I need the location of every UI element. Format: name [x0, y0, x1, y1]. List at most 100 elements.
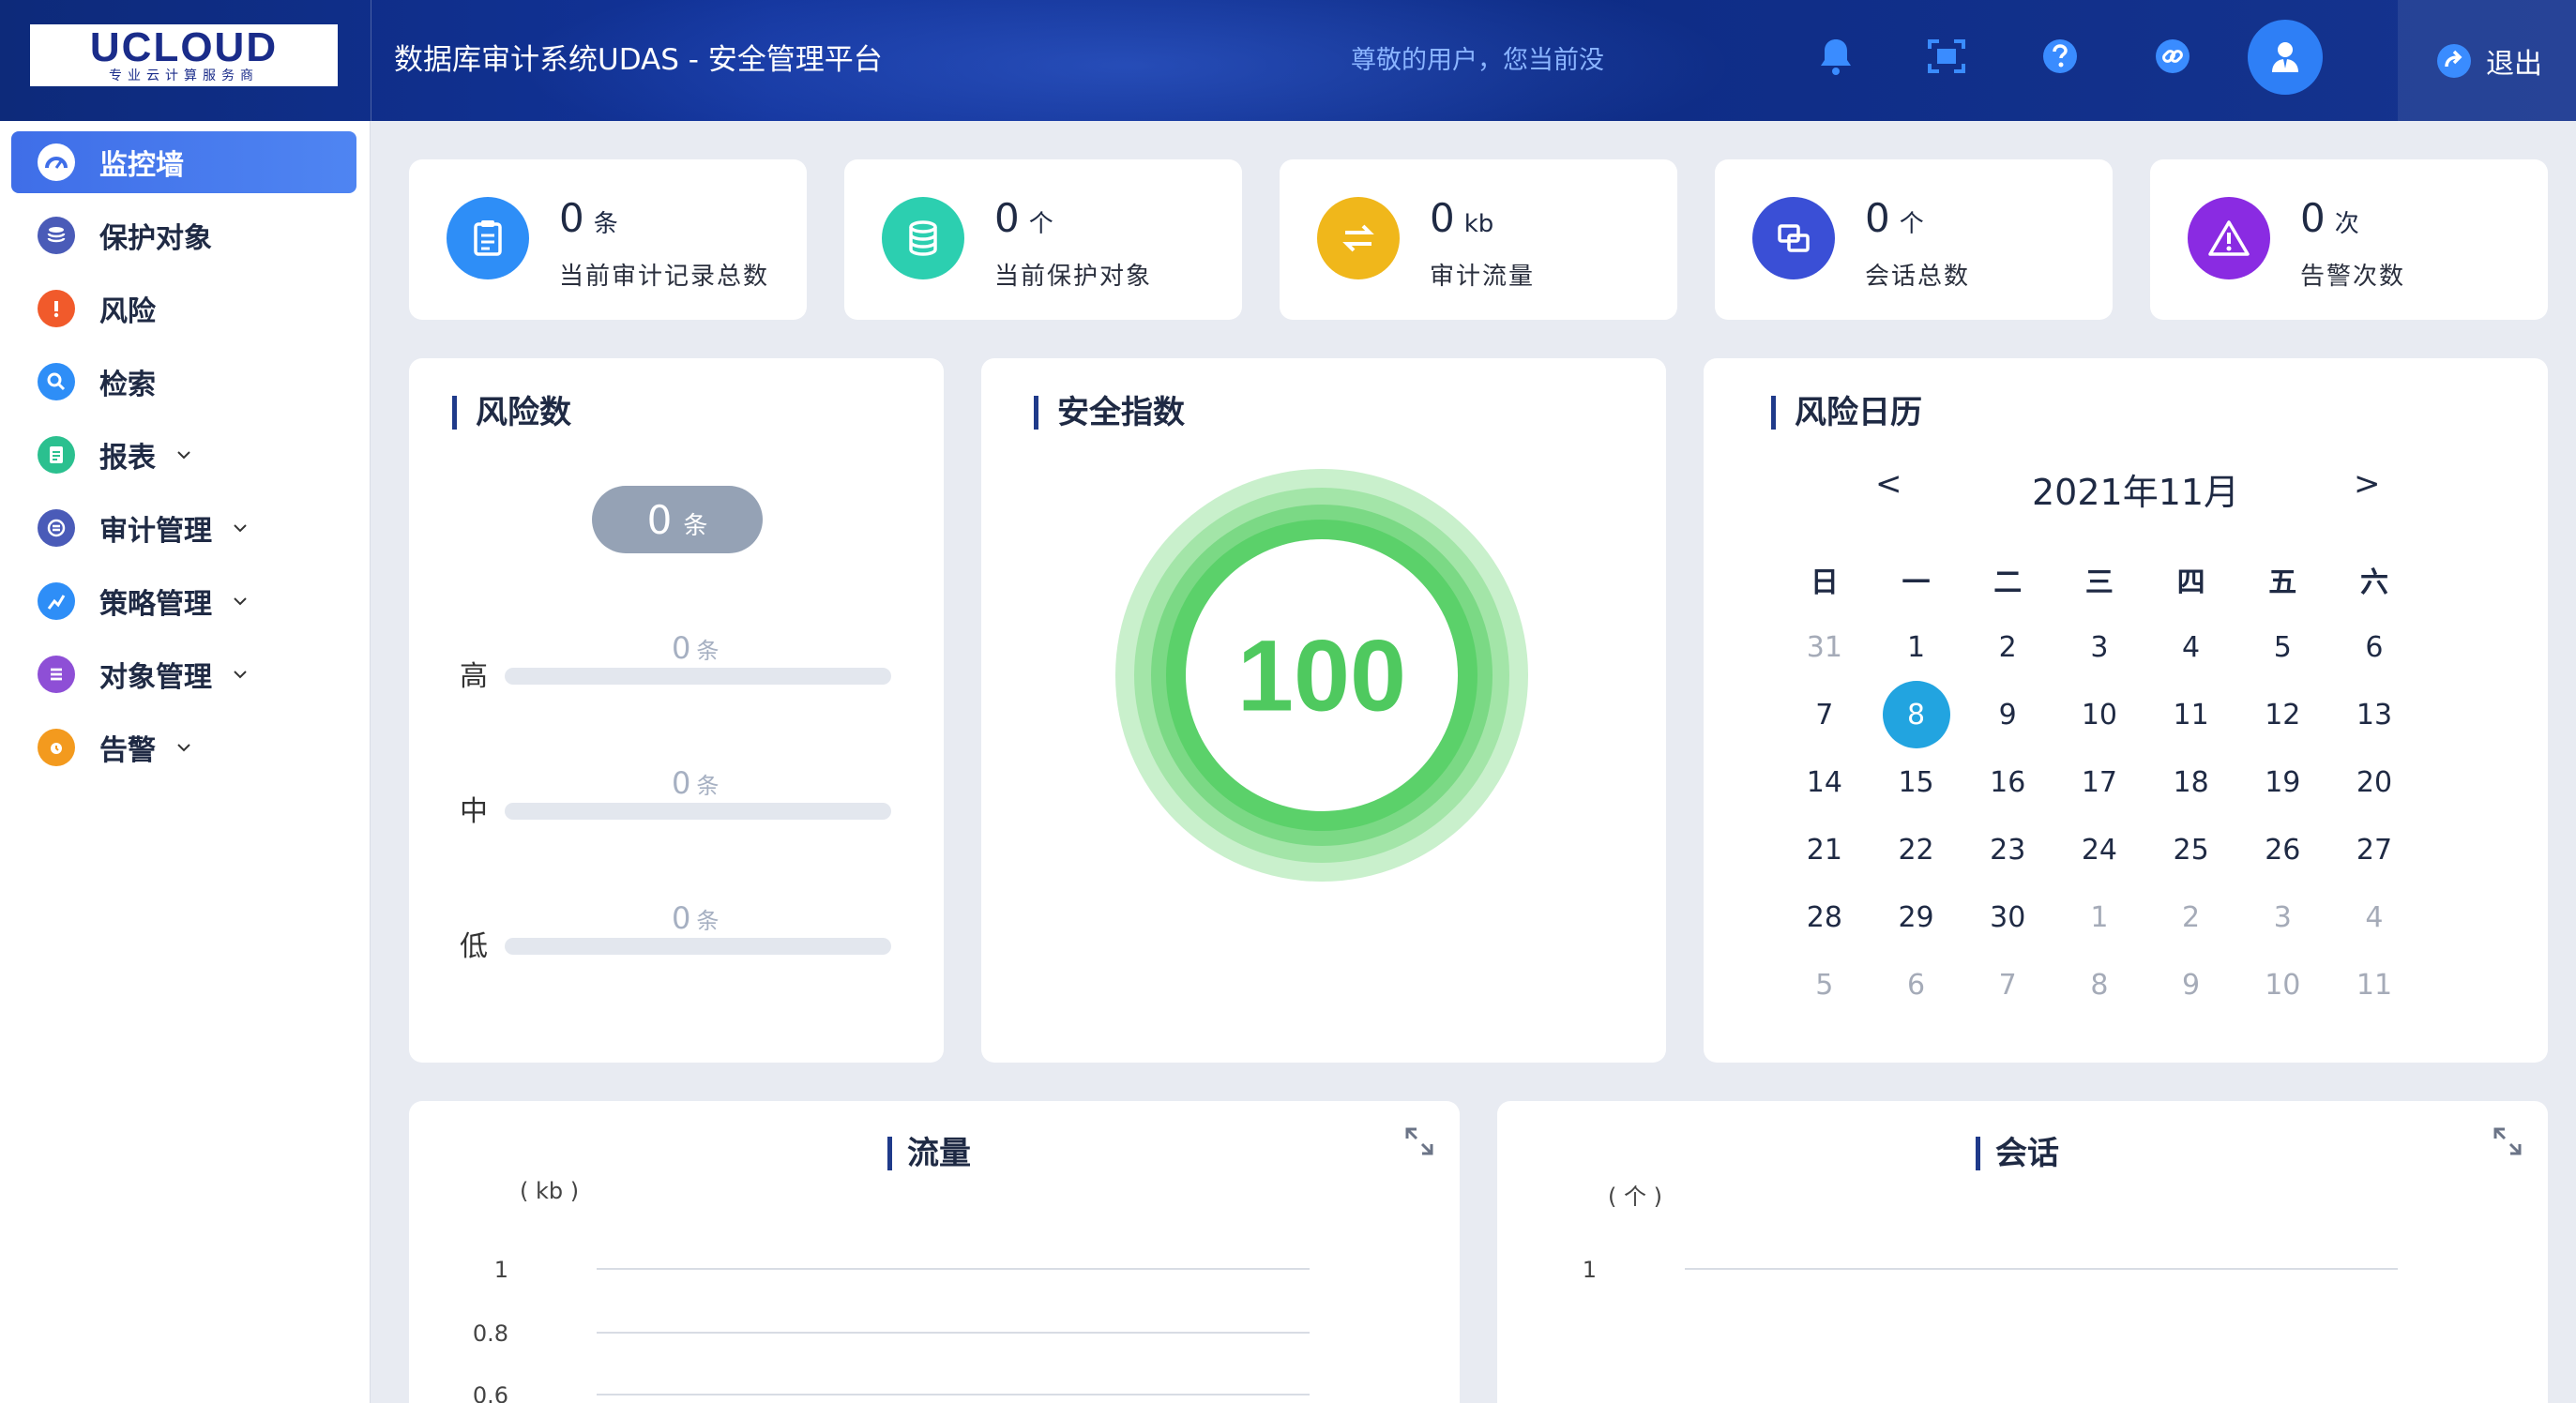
calendar-day-number: 30 [1990, 900, 2026, 934]
user-avatar-button[interactable] [2248, 20, 2323, 95]
logo-text: UCLOUD [89, 24, 279, 70]
calendar-day[interactable]: 1 [2053, 883, 2145, 951]
calendar-day[interactable]: 2 [1962, 613, 2053, 681]
calendar-day[interactable]: 29 [1871, 883, 1962, 951]
calendar-day[interactable]: 31 [1779, 613, 1871, 681]
calendar-weekday: 三 [2084, 566, 2114, 599]
security-index-card: 安全指数 100 [981, 358, 1666, 1063]
calendar-day[interactable]: 6 [1871, 951, 1962, 1018]
calendar-day[interactable]: 27 [2328, 816, 2420, 883]
calendar-day-number: 3 [2090, 630, 2109, 664]
calendar-day[interactable]: 11 [2328, 951, 2420, 1018]
fullscreen-icon[interactable] [1922, 28, 1971, 84]
report-icon [38, 436, 75, 474]
calendar-day[interactable]: 24 [2053, 816, 2145, 883]
expand-icon[interactable] [2492, 1125, 2523, 1157]
calendar-day-number: 9 [2182, 968, 2201, 1002]
session-chart-title: 会话 [1976, 1137, 2059, 1170]
calendar-prev-button[interactable]: < [1875, 465, 1902, 503]
calendar-day[interactable]: 9 [2145, 951, 2237, 1018]
calendar-day[interactable]: 8 [2053, 951, 2145, 1018]
sidebar-item-label: 审计管理 [99, 515, 212, 548]
traffic-chart-card: 流量 ( kb ) 1 0.8 0.6 [409, 1101, 1460, 1403]
calendar-day[interactable]: 4 [2328, 883, 2420, 951]
calendar-day-number: 6 [1906, 968, 1926, 1002]
calendar-day[interactable]: 19 [2236, 748, 2328, 816]
calendar-day[interactable]: 22 [1871, 816, 1962, 883]
calendar-day[interactable]: 6 [2328, 613, 2420, 681]
calendar-day[interactable]: 21 [1779, 816, 1871, 883]
calendar-day[interactable]: 25 [2145, 816, 2237, 883]
calendar-day[interactable]: 12 [2236, 681, 2328, 748]
sidebar-item-label: 检索 [99, 369, 156, 401]
calendar-day[interactable]: 28 [1779, 883, 1871, 951]
calendar-day-number: 8 [2090, 968, 2109, 1002]
calendar-day[interactable]: 5 [1779, 951, 1871, 1018]
stat-label: 当前审计记录总数 [559, 263, 770, 291]
sidebar-item-risk[interactable]: 风险 [11, 278, 356, 339]
sidebar-item-dashboard[interactable]: 监控墙 [11, 131, 356, 193]
ucloud-logo[interactable]: UCLOUD 专业云计算服务商 [30, 24, 338, 86]
calendar-day[interactable]: 4 [2145, 613, 2237, 681]
logout-button[interactable]: 退出 [2398, 0, 2576, 121]
calendar-day[interactable]: 2 [2145, 883, 2237, 951]
calendar-day[interactable]: 10 [2053, 681, 2145, 748]
calendar-day[interactable]: 16 [1962, 748, 2053, 816]
sidebar-item-protected-objects[interactable]: 保护对象 [11, 204, 356, 266]
calendar-day[interactable]: 17 [2053, 748, 2145, 816]
calendar-week-row: 21 22 23 24 25 26 27 [1779, 816, 2420, 883]
security-index-title: 安全指数 [1034, 396, 1185, 430]
help-icon[interactable] [2036, 28, 2084, 84]
sidebar-item-search[interactable]: 检索 [11, 351, 356, 413]
calendar-day[interactable]: 23 [1962, 816, 2053, 883]
stat-card-alarms: 0次 告警次数 [2150, 159, 2548, 320]
sidebar-item-alarms[interactable]: 告警 [11, 717, 356, 778]
sidebar-item-reports[interactable]: 报表 [11, 424, 356, 486]
calendar-day-number: 9 [1998, 698, 2017, 732]
calendar-day-number: 6 [2365, 630, 2384, 664]
calendar-day-number: 7 [1998, 968, 2017, 1002]
sidebar-item-audit-management[interactable]: 审计管理 [11, 497, 356, 559]
traffic-grid-line [597, 1394, 1310, 1395]
top-header: UCLOUD 专业云计算服务商 数据库审计系统UDAS - 安全管理平台 尊敬的… [0, 0, 2576, 121]
calendar-day[interactable]: 7 [1962, 951, 2053, 1018]
calendar-day[interactable]: 14 [1779, 748, 1871, 816]
sidebar-item-policy-management[interactable]: 策略管理 [11, 570, 356, 632]
calendar-day-number: 4 [2365, 900, 2384, 934]
calendar-day-number: 25 [2173, 833, 2209, 867]
expand-icon[interactable] [1403, 1125, 1435, 1157]
logout-icon [2437, 43, 2471, 78]
calendar-day[interactable]: 26 [2236, 816, 2328, 883]
calendar-day[interactable]: 30 [1962, 883, 2053, 951]
bell-icon[interactable] [1811, 28, 1860, 84]
calendar-day[interactable]: 9 [1962, 681, 2053, 748]
calendar-next-button[interactable]: > [2354, 465, 2381, 503]
calendar-day[interactable]: 5 [2236, 613, 2328, 681]
audit-icon [38, 509, 75, 547]
chevron-down-icon [234, 524, 247, 533]
traffic-tick: 0.8 [472, 1320, 508, 1347]
calendar-day-number: 7 [1815, 698, 1834, 732]
transfer-icon [1317, 197, 1400, 279]
calendar-day[interactable]: 1 [1871, 613, 1962, 681]
object-icon [38, 656, 75, 693]
sidebar-item-object-management[interactable]: 对象管理 [11, 643, 356, 705]
calendar-day[interactable]: 3 [2053, 613, 2145, 681]
calendar-day[interactable]: 15 [1871, 748, 1962, 816]
risk-medium-value: 0条 [672, 765, 720, 801]
calendar-day[interactable]: 11 [2145, 681, 2237, 748]
calendar-day[interactable]: 10 [2236, 951, 2328, 1018]
calendar-day[interactable]: 7 [1779, 681, 1871, 748]
calendar-day[interactable]: 3 [2236, 883, 2328, 951]
calendar-day-number: 21 [1806, 833, 1842, 867]
warning-icon [2188, 197, 2270, 279]
calendar-day[interactable]: 18 [2145, 748, 2237, 816]
calendar-day[interactable]: 13 [2328, 681, 2420, 748]
sidebar-item-label: 风险 [99, 295, 156, 328]
calendar-weekday: 日 [1810, 566, 1839, 599]
link-icon[interactable] [2148, 28, 2197, 84]
stat-card-audit-traffic: 0 kb 审计流量 [1280, 159, 1677, 320]
calendar-day-today[interactable]: 8 [1871, 681, 1962, 748]
calendar-day[interactable]: 20 [2328, 748, 2420, 816]
chevron-down-icon [177, 744, 190, 752]
